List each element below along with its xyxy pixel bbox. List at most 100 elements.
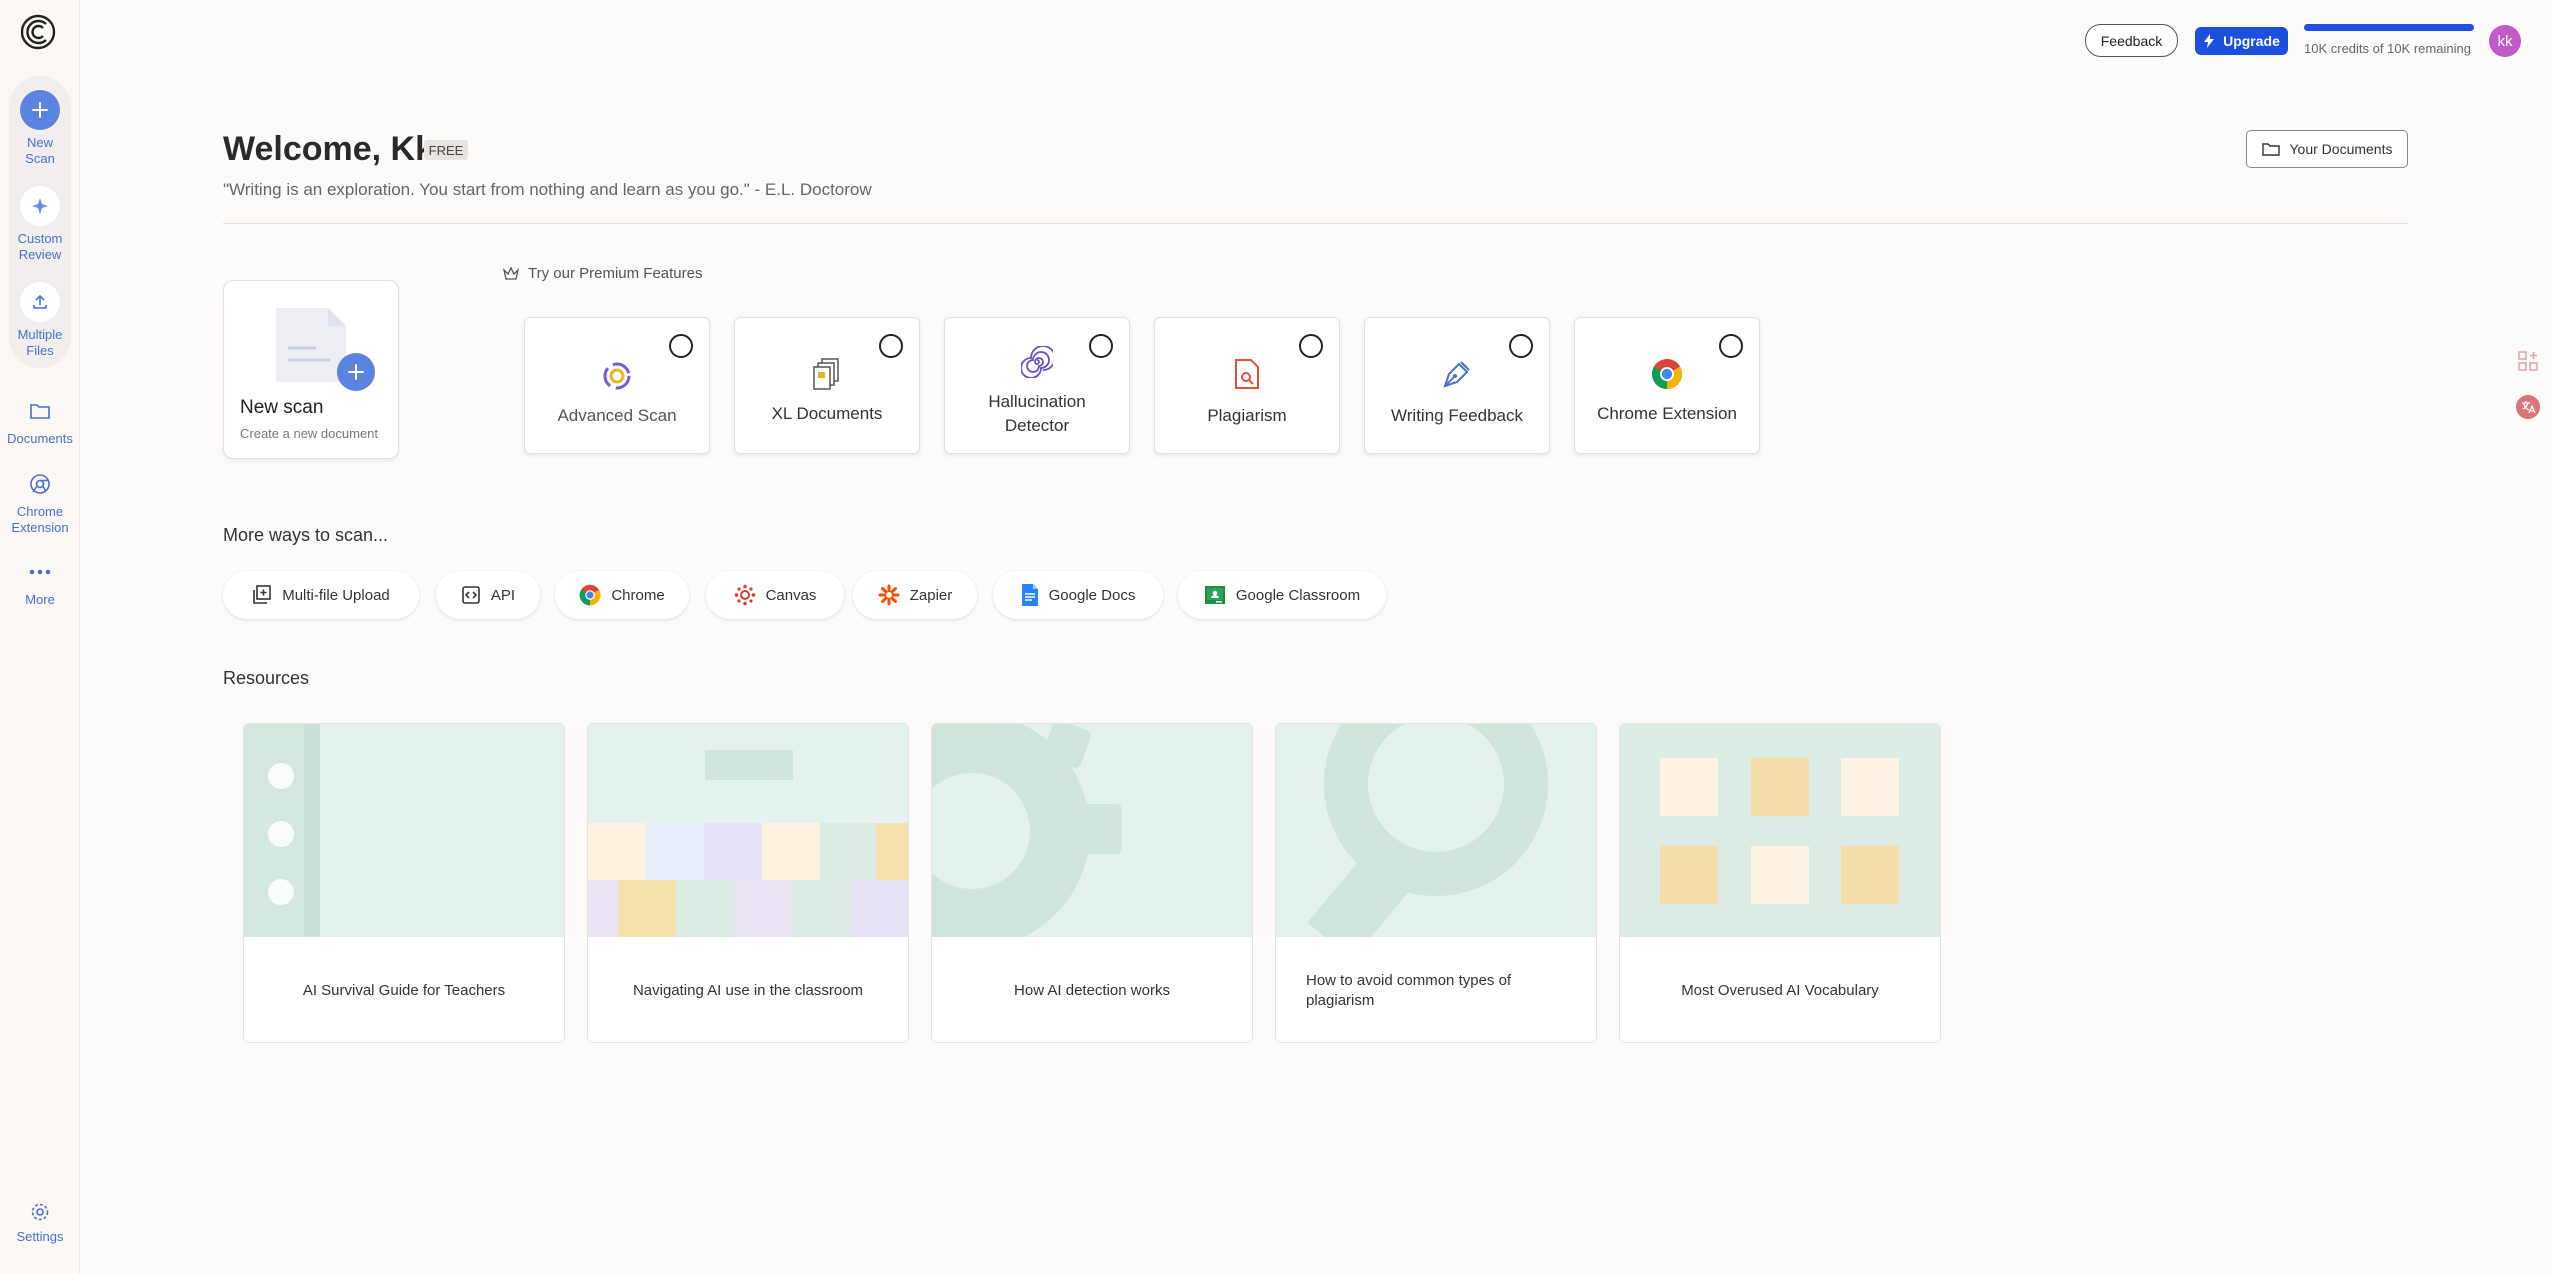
more-ways-google-docs[interactable]: Google Docs (993, 571, 1163, 619)
feature-xl-documents[interactable]: XL Documents (734, 317, 920, 454)
sidebar-item-label: Scan (25, 151, 55, 166)
resource-card-ai-detection[interactable]: How AI detection works (931, 723, 1253, 1043)
resource-title: Navigating AI use in the classroom (632, 981, 864, 999)
spiral-icon (945, 346, 1129, 378)
resource-card-ai-survival-guide[interactable]: AI Survival Guide for Teachers (243, 723, 565, 1043)
pill-label: Multi-file Upload (282, 586, 390, 604)
sparkle-icon (20, 186, 60, 226)
sidebar-item-label: New (26, 135, 53, 150)
sidebar-item-custom-review[interactable]: Custom Review (0, 186, 80, 263)
feature-radio[interactable] (1299, 334, 1323, 358)
avatar[interactable]: kk (2489, 25, 2521, 57)
premium-features-label: Try our Premium Features (503, 265, 703, 282)
sidebar-item-new-scan[interactable]: New Scan (0, 90, 80, 167)
google-docs-icon (1021, 584, 1038, 606)
plagiarism-doc-icon (1155, 358, 1339, 390)
resource-thumbnail (932, 724, 1252, 937)
plus-icon (20, 90, 60, 130)
feature-radio[interactable] (669, 334, 693, 358)
new-scan-title: New scan (240, 397, 324, 418)
resource-title: AI Survival Guide for Teachers (302, 981, 506, 999)
feature-radio[interactable] (879, 334, 903, 358)
pill-label: Google Docs (1048, 586, 1136, 604)
more-ways-chrome[interactable]: Chrome (555, 571, 689, 619)
feature-label: Advanced Scan (557, 406, 677, 425)
resource-card-avoid-plagiarism[interactable]: How to avoid common types of plagiarism (1275, 723, 1597, 1043)
sidebar-item-label: Extension (11, 520, 69, 535)
feature-writing-feedback[interactable]: Writing Feedback (1364, 317, 1550, 454)
feature-label: Writing Feedback (1391, 406, 1523, 425)
resource-card-overused-ai-vocabulary[interactable]: Most Overused AI Vocabulary (1619, 723, 1941, 1043)
multi-file-icon (253, 585, 272, 604)
more-ways-title: More ways to scan... (223, 525, 389, 545)
sidebar-item-more[interactable]: More (0, 558, 80, 608)
feature-radio[interactable] (1509, 334, 1533, 358)
feature-label-line: Hallucination (988, 392, 1086, 411)
sidebar-item-label: Settings (16, 1229, 64, 1244)
sidebar-item-documents[interactable]: Documents (0, 397, 80, 447)
more-ways-multi-file-upload[interactable]: Multi-file Upload (223, 571, 419, 619)
pill-label: Chrome (611, 586, 665, 604)
feature-label: Plagiarism (1207, 406, 1287, 425)
resource-thumbnail (244, 724, 564, 937)
resource-title: How to avoid common types of plagiarism (1306, 971, 1512, 1009)
pill-label: Canvas (765, 586, 817, 604)
resource-thumbnail (1276, 724, 1596, 937)
quote-text: "Writing is an exploration. You start fr… (223, 180, 872, 199)
page-title: Welcome, Kk (223, 130, 435, 168)
feature-label: Hallucination Detector (945, 390, 1129, 438)
sidebar-item-settings[interactable]: Settings (0, 1201, 80, 1245)
credits-text: 10K credits of 10K remaining (2304, 41, 2471, 56)
feedback-button[interactable]: Feedback (2085, 24, 2178, 57)
upgrade-button[interactable]: Upgrade (2195, 27, 2288, 55)
floating-widgets-icon[interactable] (2515, 348, 2541, 379)
chrome-outline-icon (20, 470, 60, 498)
crown-icon (503, 266, 519, 280)
sidebar-item-label: More (25, 592, 55, 607)
upload-icon (20, 282, 60, 322)
feature-radio[interactable] (1719, 334, 1743, 358)
lightning-icon (2204, 34, 2215, 48)
plus-icon (337, 353, 375, 391)
more-ways-canvas[interactable]: Canvas (706, 571, 844, 619)
sidebar-item-multiple-files[interactable]: Multiple Files (0, 282, 80, 359)
new-scan-subtitle: Create a new document (240, 426, 379, 441)
translate-icon[interactable] (2515, 394, 2541, 425)
sidebar-item-label: Multiple (17, 327, 63, 342)
new-scan-card[interactable]: New scan Create a new document (223, 280, 399, 459)
sidebar-item-label: Review (18, 247, 62, 262)
code-icon (462, 586, 480, 604)
more-ways-zapier[interactable]: Zapier (853, 571, 977, 619)
resource-title: Most Overused AI Vocabulary (1681, 981, 1879, 999)
folder-icon (20, 397, 60, 425)
resource-thumbnail (1620, 724, 1940, 937)
credits-progress-bar (2304, 24, 2474, 31)
feature-advanced-scan[interactable]: Advanced Scan (524, 317, 710, 454)
upgrade-label: Upgrade (2223, 33, 2280, 49)
premium-features-text: Try our Premium Features (528, 265, 703, 282)
resource-thumbnail (588, 724, 908, 937)
sidebar-item-label: Custom (17, 231, 63, 246)
app-logo-icon[interactable] (19, 13, 57, 51)
advanced-scan-icon (525, 360, 709, 392)
sidebar: New Scan Custom Review Multiple Files Do… (0, 0, 80, 1274)
resources-title: Resources (223, 668, 310, 688)
sidebar-item-chrome-extension[interactable]: Chrome Extension (0, 470, 80, 536)
more-ways-api[interactable]: API (436, 571, 540, 619)
feature-label: XL Documents (771, 404, 883, 423)
pill-label: Zapier (909, 586, 953, 604)
feature-plagiarism[interactable]: Plagiarism (1154, 317, 1340, 454)
feature-label-line: Detector (1004, 416, 1070, 435)
resource-card-navigating-ai[interactable]: Navigating AI use in the classroom (587, 723, 909, 1043)
more-ways-google-classroom[interactable]: Google Classroom (1178, 571, 1386, 619)
feature-label: Chrome Extension (1597, 404, 1737, 423)
feature-chrome-extension[interactable]: Chrome Extension (1574, 317, 1760, 454)
feature-hallucination-detector[interactable]: Hallucination Detector (944, 317, 1130, 454)
resource-title: How AI detection works (1014, 981, 1170, 999)
your-documents-button[interactable]: Your Documents (2246, 130, 2408, 168)
zapier-icon (878, 584, 900, 606)
chrome-icon (579, 584, 601, 606)
pill-label: API (490, 586, 516, 604)
sidebar-item-label: Files (26, 343, 54, 358)
your-documents-label: Your Documents (2289, 141, 2393, 157)
